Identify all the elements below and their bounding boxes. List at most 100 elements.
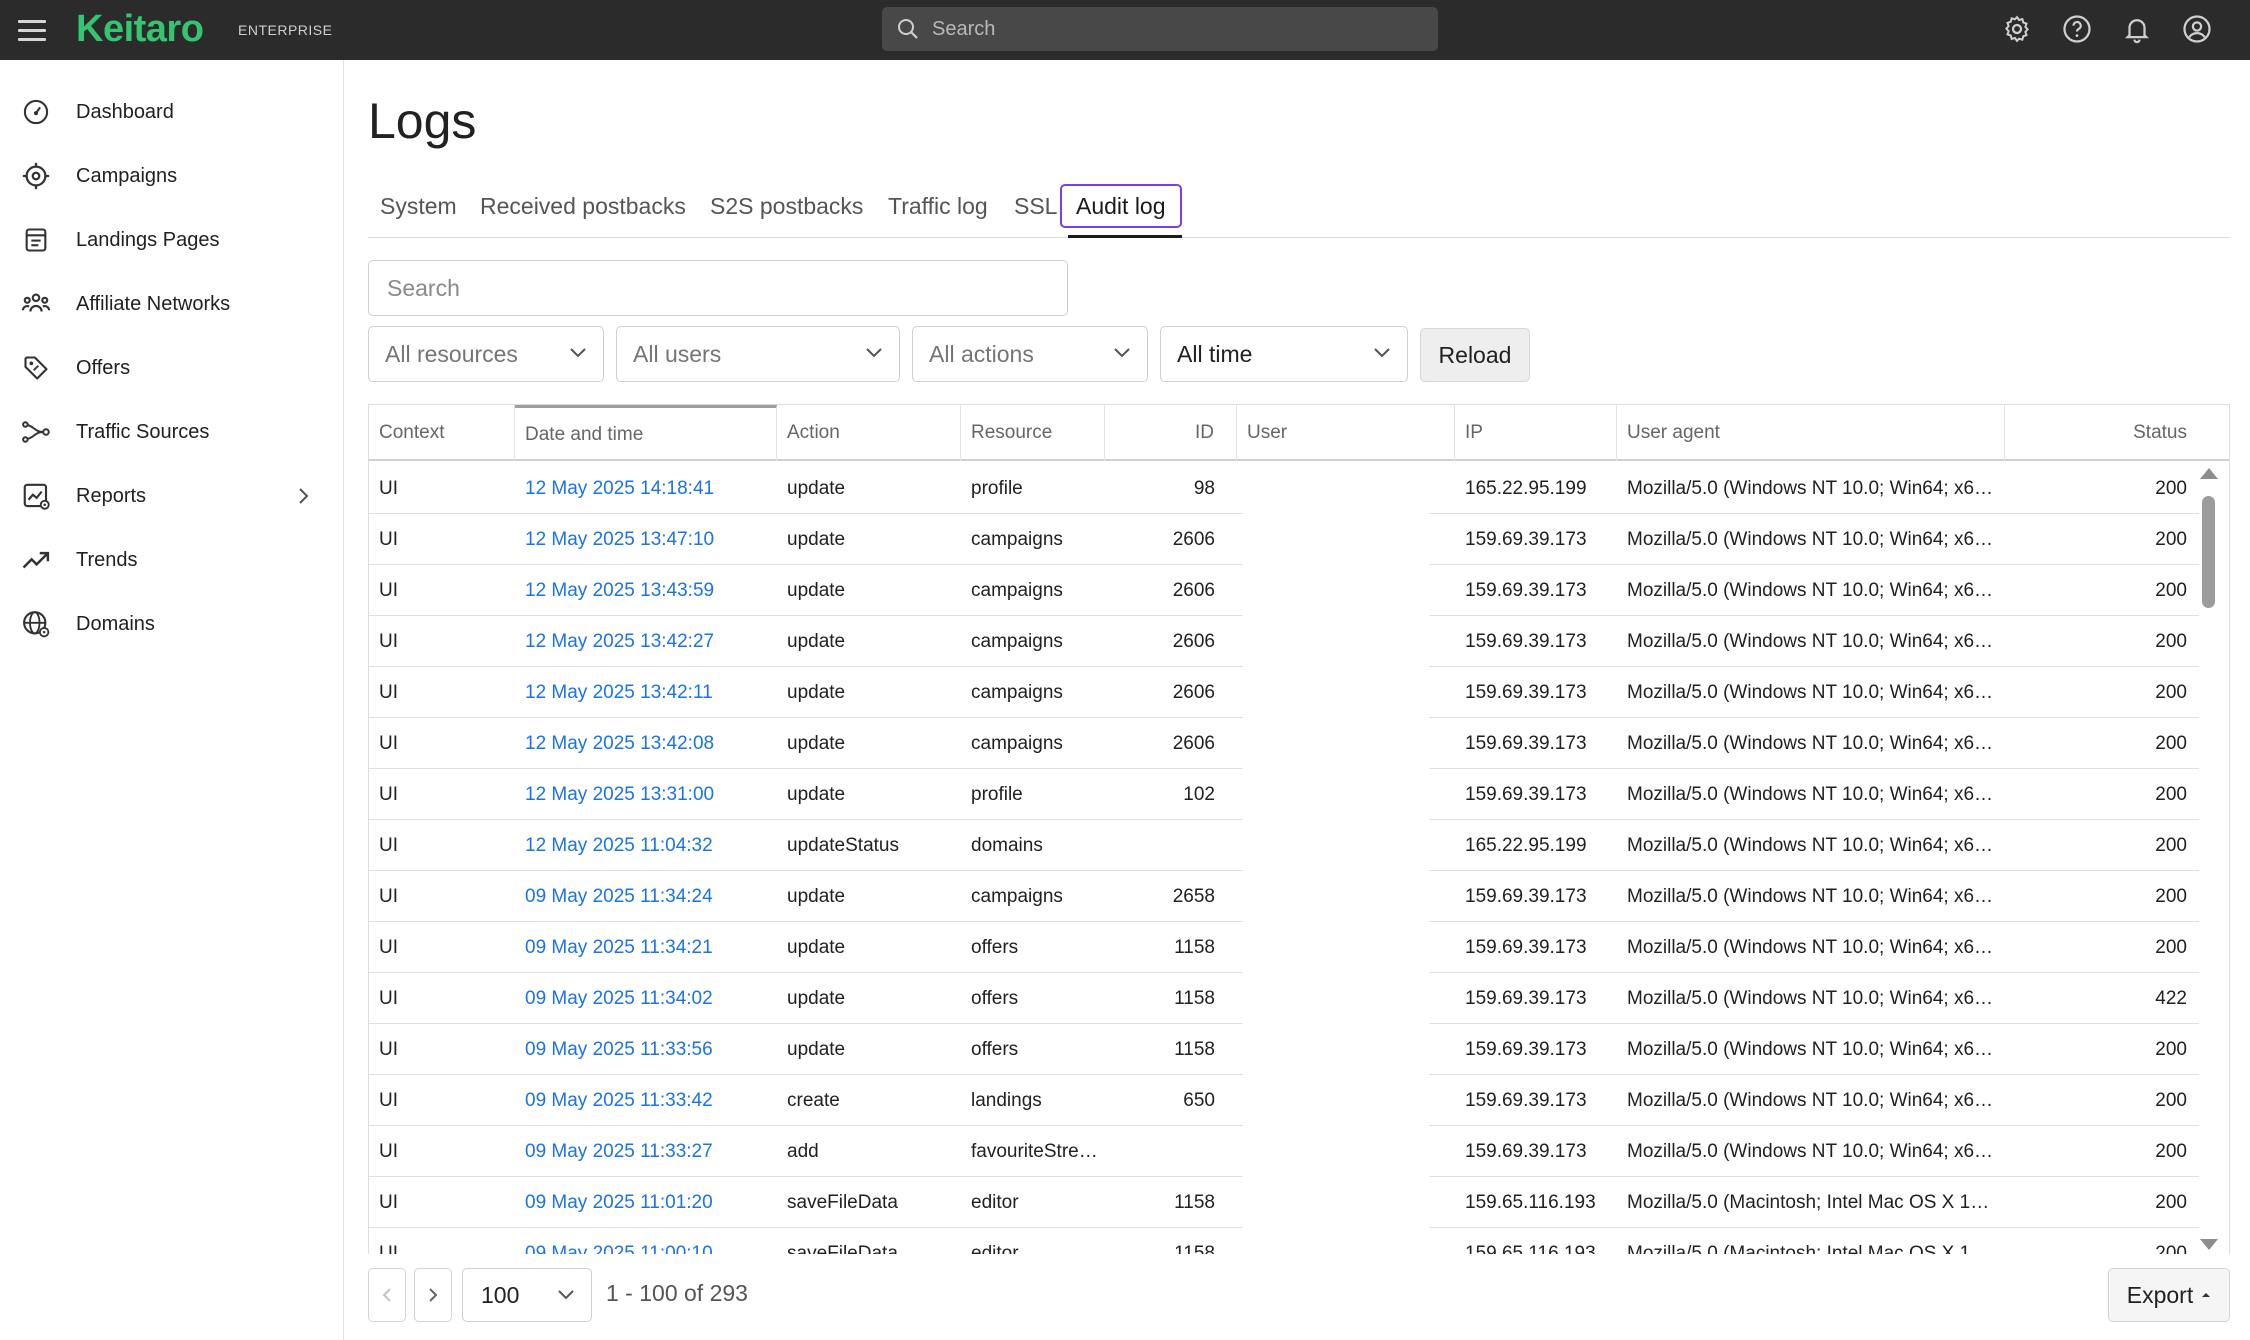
audit-log-table: Context Date and time Action Resource ID… bbox=[368, 404, 2230, 1254]
table-row[interactable]: UI 09 May 2025 11:33:42 create landings 650 1… bbox=[369, 1075, 2199, 1126]
export-button[interactable]: Export bbox=[2108, 1268, 2230, 1322]
cell-date-time[interactable]: 12 May 2025 13:31:00 bbox=[525, 769, 771, 820]
column-header-ip[interactable]: IP bbox=[1455, 405, 1617, 461]
cell-date-time[interactable]: 09 May 2025 11:34:21 bbox=[525, 922, 771, 973]
column-header-resource[interactable]: Resource bbox=[961, 405, 1105, 461]
cell-date-time[interactable]: 09 May 2025 11:01:20 bbox=[525, 1177, 771, 1228]
hamburger-menu-icon[interactable] bbox=[18, 14, 52, 46]
global-search-input[interactable] bbox=[932, 17, 1412, 41]
cell-date-time[interactable]: 09 May 2025 11:33:56 bbox=[525, 1024, 771, 1075]
column-header-id[interactable]: ID bbox=[1105, 405, 1237, 461]
sidebar-item-offers[interactable]: Offers bbox=[0, 340, 344, 396]
column-header-date-time[interactable]: Date and time bbox=[515, 405, 777, 461]
cell-date-time[interactable]: 09 May 2025 11:33:42 bbox=[525, 1075, 771, 1126]
cell-id: 2606 bbox=[1172, 732, 1215, 754]
cell-user-agent: Mozilla/5.0 (Windows NT 10.0; Win64; x6… bbox=[1627, 1140, 1994, 1162]
tab-s2s-postbacks[interactable]: S2S postbacks bbox=[710, 184, 863, 228]
tab-audit-log[interactable]: Audit log bbox=[1060, 184, 1182, 228]
column-header-action[interactable]: Action bbox=[777, 405, 961, 461]
cell-date-time[interactable]: 12 May 2025 13:42:11 bbox=[525, 667, 771, 718]
log-search-input[interactable] bbox=[387, 274, 1047, 302]
cell-status: 422 bbox=[2155, 987, 2187, 1009]
cell-status: 200 bbox=[2155, 783, 2187, 805]
cell-context: UI bbox=[379, 834, 398, 856]
table-row[interactable]: UI 12 May 2025 13:47:10 update campaigns 260… bbox=[369, 514, 2199, 565]
column-header-status[interactable]: Status bbox=[2005, 405, 2229, 461]
table-header: Context Date and time Action Resource ID… bbox=[369, 405, 2229, 461]
sidebar-item-domains[interactable]: Domains bbox=[0, 596, 344, 652]
scroll-down-arrow-icon[interactable] bbox=[2200, 1239, 2218, 1250]
cell-date-time[interactable]: 09 May 2025 11:34:02 bbox=[525, 973, 771, 1024]
tab-traffic-log[interactable]: Traffic log bbox=[888, 184, 988, 228]
reload-button[interactable]: Reload bbox=[1420, 328, 1530, 382]
help-icon[interactable] bbox=[2060, 12, 2094, 46]
table-row[interactable]: UI 09 May 2025 11:34:24 update campaigns 265… bbox=[369, 871, 2199, 922]
sidebar-item-campaigns[interactable]: Campaigns bbox=[0, 148, 344, 204]
cell-action: update bbox=[787, 783, 846, 805]
cell-date-time[interactable]: 12 May 2025 11:04:32 bbox=[525, 820, 771, 871]
cell-ip: 165.22.95.199 bbox=[1465, 834, 1587, 856]
cell-action: saveFileData bbox=[787, 1242, 898, 1255]
log-search[interactable] bbox=[368, 260, 1068, 316]
app-logo[interactable]: Keitaro bbox=[76, 8, 204, 51]
table-row[interactable]: UI 09 May 2025 11:00:10 saveFileData editor… bbox=[369, 1228, 2199, 1255]
table-row[interactable]: UI 09 May 2025 11:34:02 update offers 1158 15… bbox=[369, 973, 2199, 1024]
previous-page-button[interactable] bbox=[368, 1268, 406, 1322]
rows-per-page-select[interactable]: 100 bbox=[462, 1268, 592, 1322]
cell-action: update bbox=[787, 630, 846, 652]
sidebar-item-affiliate-networks[interactable]: Affiliate Networks bbox=[0, 276, 344, 332]
table-row[interactable]: UI 12 May 2025 11:04:32 updateStatus domain… bbox=[369, 820, 2199, 871]
cell-date-time[interactable]: 12 May 2025 14:18:41 bbox=[525, 463, 771, 514]
cell-date-time[interactable]: 12 May 2025 13:42:27 bbox=[525, 616, 771, 667]
table-row[interactable]: UI 12 May 2025 13:43:59 update campaigns 260… bbox=[369, 565, 2199, 616]
scroll-up-arrow-icon[interactable] bbox=[2200, 468, 2218, 479]
sidebar-item-trends[interactable]: Trends bbox=[0, 532, 344, 588]
cell-id: 2606 bbox=[1172, 630, 1215, 652]
table-scrollbar[interactable] bbox=[2196, 468, 2220, 1250]
sidebar-item-reports[interactable]: Reports bbox=[0, 468, 344, 524]
tab-ssl[interactable]: SSL bbox=[1014, 184, 1057, 228]
scrollbar-thumb[interactable] bbox=[2202, 496, 2215, 608]
settings-gear-icon[interactable] bbox=[2000, 12, 2034, 46]
cell-user-agent: Mozilla/5.0 (Windows NT 10.0; Win64; x6… bbox=[1627, 579, 1994, 601]
cell-date-time[interactable]: 09 May 2025 11:34:24 bbox=[525, 871, 771, 922]
cell-id: 2606 bbox=[1172, 579, 1215, 601]
cell-date-time[interactable]: 09 May 2025 11:33:27 bbox=[525, 1126, 771, 1177]
resources-filter[interactable]: All resources bbox=[368, 326, 604, 382]
sidebar-item-traffic-sources[interactable]: Traffic Sources bbox=[0, 404, 344, 460]
sidebar-item-landings-pages[interactable]: Landings Pages bbox=[0, 212, 344, 268]
table-row[interactable]: UI 12 May 2025 14:18:41 update profile 98 165… bbox=[369, 463, 2199, 514]
cell-date-time[interactable]: 12 May 2025 13:43:59 bbox=[525, 565, 771, 616]
cell-date-time[interactable]: 12 May 2025 13:42:08 bbox=[525, 718, 771, 769]
table-row[interactable]: UI 09 May 2025 11:33:56 update offers 1158 15… bbox=[369, 1024, 2199, 1075]
search-icon bbox=[898, 19, 918, 39]
table-row[interactable]: UI 09 May 2025 11:01:20 saveFileData editor… bbox=[369, 1177, 2199, 1228]
global-search[interactable] bbox=[882, 7, 1438, 51]
next-page-button[interactable] bbox=[414, 1268, 452, 1322]
column-header-user[interactable]: User bbox=[1237, 405, 1455, 461]
users-filter[interactable]: All users bbox=[616, 326, 900, 382]
cell-user-agent: Mozilla/5.0 (Windows NT 10.0; Win64; x6… bbox=[1627, 885, 1994, 907]
tab-received-postbacks[interactable]: Received postbacks bbox=[480, 184, 686, 228]
table-row[interactable]: UI 09 May 2025 11:33:27 add favouriteStre… 1… bbox=[369, 1126, 2199, 1177]
notifications-bell-icon[interactable] bbox=[2120, 12, 2154, 46]
column-header-user-agent[interactable]: User agent bbox=[1617, 405, 2005, 461]
cell-date-time[interactable]: 09 May 2025 11:00:10 bbox=[525, 1228, 771, 1255]
table-row[interactable]: UI 12 May 2025 13:42:08 update campaigns 260… bbox=[369, 718, 2199, 769]
cell-date-time[interactable]: 12 May 2025 13:47:10 bbox=[525, 514, 771, 565]
actions-filter[interactable]: All actions bbox=[912, 326, 1148, 382]
table-row[interactable]: UI 12 May 2025 13:42:27 update campaigns 260… bbox=[369, 616, 2199, 667]
cell-action: update bbox=[787, 732, 846, 754]
column-header-context[interactable]: Context bbox=[369, 405, 515, 461]
tab-system[interactable]: System bbox=[380, 184, 457, 228]
table-row[interactable]: UI 12 May 2025 13:42:11 update campaigns 260… bbox=[369, 667, 2199, 718]
table-row[interactable]: UI 09 May 2025 11:34:21 update offers 1158 15… bbox=[369, 922, 2199, 973]
sidebar-item-dashboard[interactable]: Dashboard bbox=[0, 84, 344, 140]
cell-context: UI bbox=[379, 987, 398, 1009]
cell-user bbox=[1247, 871, 1447, 922]
table-row[interactable]: UI 12 May 2025 13:31:00 update profile 102 15… bbox=[369, 769, 2199, 820]
account-avatar-icon[interactable] bbox=[2180, 12, 2214, 46]
chevron-right-icon[interactable] bbox=[296, 486, 312, 506]
page-title: Logs bbox=[368, 93, 477, 149]
time-filter[interactable]: All time bbox=[1160, 326, 1408, 382]
